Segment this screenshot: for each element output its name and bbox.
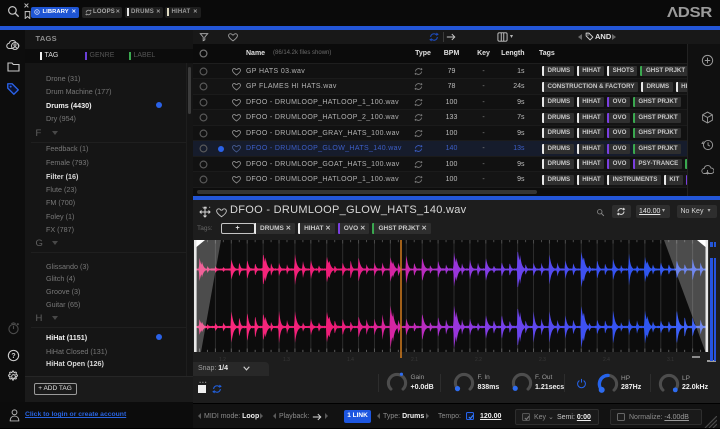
svg-text:?: ?: [11, 352, 15, 359]
